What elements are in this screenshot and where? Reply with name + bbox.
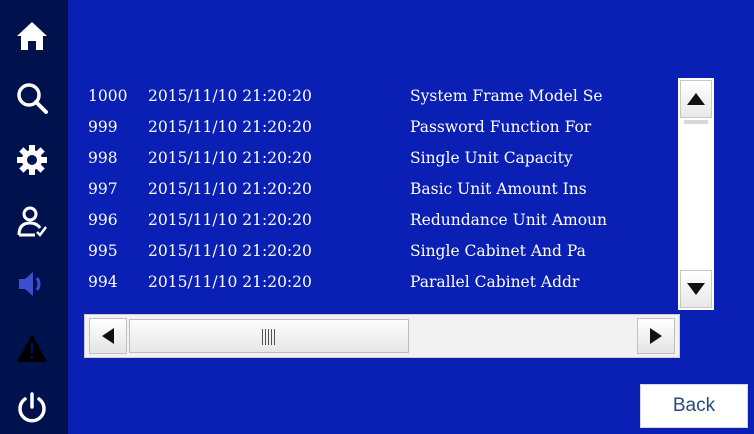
list-item[interactable]: 998 2015/11/10 21:20:20 Single Unit Capa… [84,144,678,172]
horizontal-scroll-thumb[interactable] [129,319,409,353]
list-item[interactable]: 999 2015/11/10 21:20:20 Password Functio… [84,113,678,141]
event-message: Password Function For [410,118,592,136]
event-message: Single Cabinet And Pa [410,242,586,260]
search-icon[interactable] [12,78,52,118]
power-icon[interactable] [12,388,52,428]
sidebar [0,0,68,434]
vertical-scroll-track[interactable] [680,120,712,268]
list-item[interactable]: 996 2015/11/10 21:20:20 Redundance Unit … [84,206,678,234]
event-datetime: 2015/11/10 21:20:20 [148,118,312,136]
home-icon[interactable] [12,16,52,56]
event-message: System Frame Model Se [410,87,603,105]
back-button[interactable]: Back [640,384,748,428]
gear-icon[interactable] [12,140,52,180]
event-datetime: 2015/11/10 21:20:20 [148,211,312,229]
event-message: Parallel Cabinet Addr [410,273,580,291]
event-id: 999 [88,118,118,136]
list-item[interactable]: 994 2015/11/10 21:20:20 Parallel Cabinet… [84,268,678,296]
triangle-up-icon [687,93,705,105]
scroll-up-button[interactable] [680,80,712,118]
event-message: Basic Unit Amount Ins [410,180,587,198]
grip-icon [262,329,276,345]
triangle-left-icon [102,328,114,344]
event-datetime: 2015/11/10 21:20:20 [148,180,312,198]
scroll-right-button[interactable] [637,318,675,354]
event-message: Single Unit Capacity [410,149,573,167]
event-datetime: 2015/11/10 21:20:20 [148,87,312,105]
vertical-scroll-thumb[interactable] [684,120,708,124]
event-id: 996 [88,211,118,229]
event-datetime: 2015/11/10 21:20:20 [148,149,312,167]
triangle-right-icon [650,328,662,344]
scroll-down-button[interactable] [680,270,712,308]
event-id: 994 [88,273,118,291]
list-item[interactable]: 995 2015/11/10 21:20:20 Single Cabinet A… [84,237,678,265]
event-datetime: 2015/11/10 21:20:20 [148,242,312,260]
scroll-left-button[interactable] [89,318,127,354]
triangle-down-icon [687,283,705,295]
event-log-list[interactable]: 1000 2015/11/10 21:20:20 System Frame Mo… [84,80,678,310]
event-datetime: 2015/11/10 21:20:20 [148,273,312,291]
speaker-icon[interactable] [12,264,52,304]
user-check-icon[interactable] [12,202,52,242]
vertical-scrollbar[interactable] [678,78,714,310]
event-id: 998 [88,149,118,167]
event-id: 997 [88,180,118,198]
horizontal-scrollbar[interactable] [84,314,680,358]
event-id: 1000 [88,87,128,105]
list-item[interactable]: 997 2015/11/10 21:20:20 Basic Unit Amoun… [84,175,678,203]
warning-icon[interactable] [12,328,52,368]
event-id: 995 [88,242,118,260]
list-item[interactable]: 1000 2015/11/10 21:20:20 System Frame Mo… [84,82,678,110]
event-message: Redundance Unit Amoun [410,211,608,229]
